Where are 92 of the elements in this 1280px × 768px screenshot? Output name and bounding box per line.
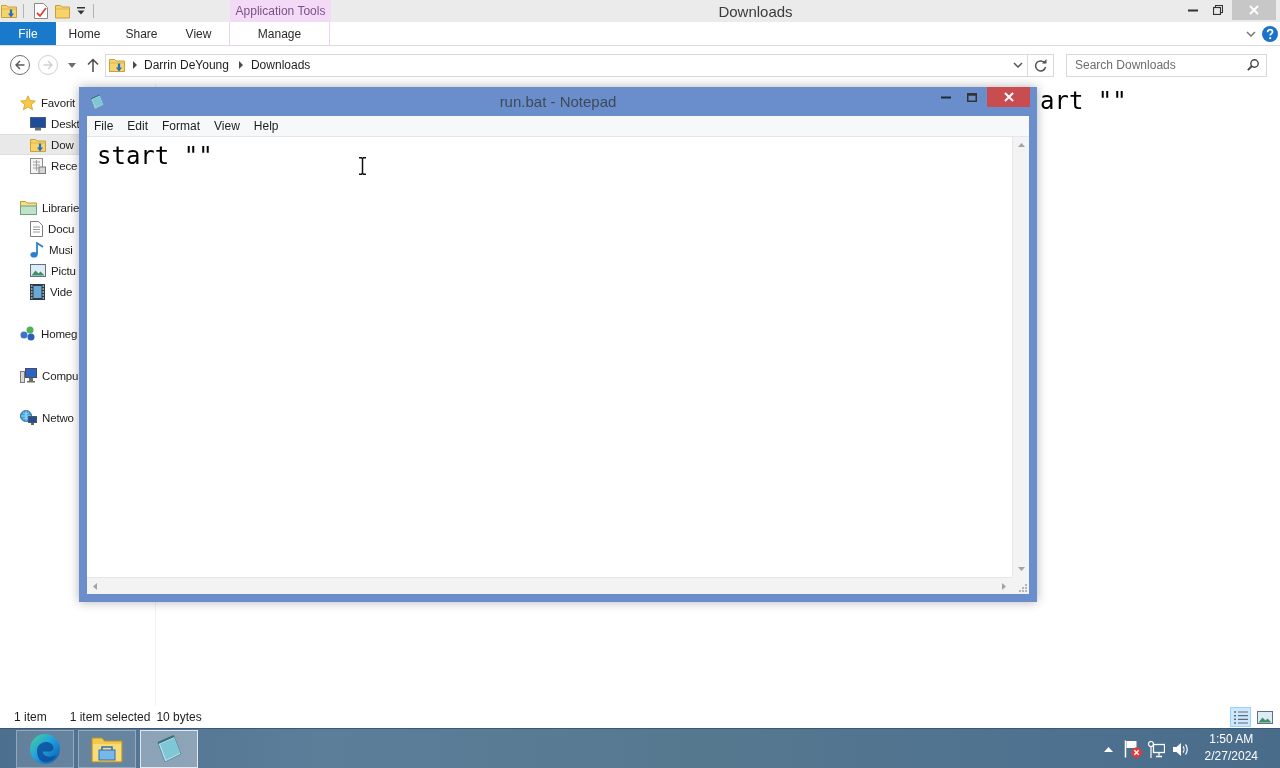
details-view-icon bbox=[1233, 710, 1248, 724]
text-cursor-icon bbox=[358, 157, 367, 175]
menu-item[interactable]: File bbox=[87, 119, 121, 133]
nav-item[interactable]: Vide bbox=[0, 281, 79, 302]
window-title: run.bat - Notepad bbox=[499, 92, 617, 112]
nav-item[interactable]: Musi bbox=[0, 239, 79, 260]
caret-down-icon[interactable] bbox=[68, 62, 76, 68]
refresh-icon bbox=[1034, 58, 1047, 72]
taskbar-button[interactable] bbox=[140, 730, 198, 768]
minimize-icon bbox=[941, 95, 951, 99]
nav-item[interactable]: Rece bbox=[0, 155, 79, 176]
address-bar[interactable]: Darrin DeYoung Downloads bbox=[105, 53, 1028, 77]
caret-right-icon[interactable] bbox=[133, 61, 137, 69]
spheres-icon bbox=[20, 326, 36, 341]
grid-page-icon bbox=[30, 157, 46, 174]
folder-icon bbox=[20, 200, 37, 215]
preview-text: art "" bbox=[1040, 87, 1127, 115]
network-icon[interactable] bbox=[1148, 740, 1166, 758]
search-icon[interactable] bbox=[1247, 58, 1259, 71]
breadcrumb[interactable]: Darrin DeYoung bbox=[144, 58, 229, 72]
text-area[interactable]: start "" bbox=[87, 137, 1012, 577]
close-button[interactable] bbox=[987, 87, 1030, 107]
taskbar-button[interactable] bbox=[16, 730, 74, 768]
computer-icon bbox=[20, 368, 37, 383]
size-grip-icon bbox=[1018, 583, 1027, 592]
clock-time[interactable]: 1:50 AM bbox=[1209, 731, 1254, 748]
folder-icon bbox=[91, 735, 123, 763]
nav-item[interactable]: Homeg bbox=[0, 323, 79, 344]
caret-up-icon[interactable] bbox=[1104, 746, 1114, 752]
download-folder-icon bbox=[1, 3, 17, 19]
nav-item[interactable]: Netwo bbox=[0, 407, 79, 428]
nav-item[interactable]: Pictu bbox=[0, 260, 79, 281]
large-icons-view-icon bbox=[1256, 710, 1273, 724]
clock-date[interactable]: 2/27/2024 bbox=[1204, 748, 1258, 765]
nav-item[interactable]: Compu bbox=[0, 365, 79, 386]
window-title: Downloads bbox=[718, 2, 793, 20]
caret-down-icon[interactable] bbox=[1017, 567, 1025, 571]
caret-right-icon[interactable] bbox=[238, 61, 243, 69]
monitor-icon bbox=[30, 116, 46, 131]
nav-item[interactable]: Docu bbox=[0, 218, 79, 239]
details-view-button[interactable] bbox=[1230, 707, 1251, 727]
star-icon bbox=[20, 94, 36, 111]
arrow-right-icon bbox=[43, 60, 53, 70]
selection-count: 1 item selected bbox=[69, 710, 151, 724]
ribbon-tab[interactable]: View bbox=[170, 22, 227, 45]
taskbar-button[interactable] bbox=[78, 730, 136, 768]
breadcrumb[interactable]: Downloads bbox=[250, 58, 311, 72]
back-button[interactable] bbox=[10, 55, 30, 75]
menu-item[interactable]: Format bbox=[155, 119, 208, 133]
notepad-icon bbox=[154, 734, 184, 764]
vertical-scrollbar[interactable] bbox=[1012, 137, 1029, 577]
arrow-up-icon[interactable] bbox=[87, 58, 99, 72]
browser-icon bbox=[30, 734, 60, 764]
menu-item[interactable]: View bbox=[207, 119, 247, 133]
close-icon bbox=[1003, 92, 1014, 102]
notepad-icon bbox=[89, 94, 105, 110]
arrow-left-icon bbox=[15, 60, 25, 70]
nav-item[interactable]: Dow bbox=[0, 134, 79, 155]
music-note-icon bbox=[30, 241, 44, 258]
flag-icon[interactable] bbox=[1123, 740, 1142, 758]
context-tab-header: Application Tools bbox=[230, 0, 331, 22]
item-count: 1 item bbox=[14, 710, 47, 724]
nav-item[interactable]: Deskt bbox=[0, 113, 79, 134]
file-menu-tab[interactable]: File bbox=[0, 22, 56, 45]
customize-caret-icon[interactable] bbox=[77, 7, 85, 15]
search-field[interactable]: Search Downloads bbox=[1066, 53, 1267, 77]
picture-icon bbox=[30, 264, 46, 277]
globe-monitor-icon bbox=[20, 410, 37, 425]
nav-item[interactable]: Favorit bbox=[0, 92, 79, 113]
minimize-icon bbox=[1187, 8, 1198, 12]
download-folder-icon bbox=[30, 136, 46, 153]
chevron-down-icon[interactable] bbox=[1246, 30, 1256, 37]
help-icon[interactable] bbox=[1262, 25, 1278, 42]
close-icon bbox=[1249, 5, 1259, 15]
maximize-icon bbox=[967, 92, 977, 102]
nav-item[interactable]: Librarie bbox=[0, 197, 79, 218]
speaker-icon[interactable] bbox=[1172, 741, 1189, 757]
restore-icon bbox=[1212, 5, 1223, 15]
caret-up-icon[interactable] bbox=[1017, 143, 1025, 147]
chevron-down-icon[interactable] bbox=[1013, 62, 1023, 68]
ribbon-tab[interactable]: Share bbox=[113, 22, 170, 45]
download-folder-icon[interactable] bbox=[109, 57, 125, 73]
film-icon bbox=[30, 283, 45, 300]
document-icon bbox=[30, 220, 43, 237]
menu-item[interactable]: Help bbox=[246, 119, 286, 133]
refresh-button[interactable] bbox=[1028, 53, 1054, 77]
horizontal-scrollbar[interactable] bbox=[87, 577, 1012, 594]
menu-item[interactable]: Edit bbox=[120, 119, 156, 133]
caret-left-icon[interactable] bbox=[93, 582, 97, 590]
file-size: 10 bytes bbox=[156, 710, 202, 724]
ribbon-tab[interactable]: Home bbox=[56, 22, 113, 45]
document-check-icon[interactable] bbox=[34, 3, 48, 19]
